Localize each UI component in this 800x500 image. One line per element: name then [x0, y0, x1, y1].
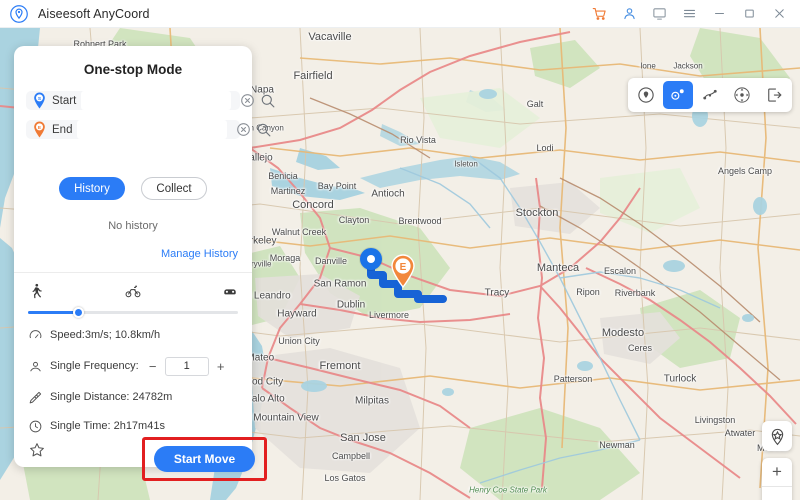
frequency-value[interactable]: 1: [164, 356, 209, 376]
multi-stop-mode-icon[interactable]: [695, 81, 725, 109]
map-mode-toolbar: [628, 78, 792, 112]
route-start-marker[interactable]: [360, 248, 382, 270]
start-search-icon[interactable]: [259, 92, 276, 109]
single-point-mode-icon[interactable]: [631, 81, 661, 109]
speed-slider[interactable]: [28, 305, 238, 318]
slider-thumb[interactable]: [73, 306, 85, 318]
route-end-letter: E: [400, 262, 407, 273]
zoom-controls: + −: [762, 458, 792, 500]
start-move-button[interactable]: Start Move: [154, 445, 255, 472]
manage-history-link[interactable]: Manage History: [14, 248, 238, 260]
time-text: Single Time: 2h17m41s: [50, 420, 165, 433]
locate-button[interactable]: [762, 421, 792, 451]
frequency-row: Single Frequency: − 1 +: [28, 356, 238, 376]
start-input[interactable]: [81, 91, 232, 110]
one-stop-mode-panel: One-stop Mode S Start E End History Coll…: [14, 46, 275, 481]
close-icon[interactable]: [764, 1, 794, 27]
start-pin-icon: S: [34, 92, 45, 109]
joystick-mode-icon[interactable]: [727, 81, 757, 109]
tab-history[interactable]: History: [59, 177, 125, 200]
time-row: Single Time: 2h17m41s: [28, 419, 238, 434]
car-mode-icon[interactable]: [222, 283, 238, 299]
frequency-increment-button[interactable]: +: [213, 359, 229, 374]
app-window: Aiseesoft AnyCoord Rohnert Park Napa Vac…: [0, 0, 800, 500]
start-field-row: S Start: [26, 91, 275, 110]
panel-divider: [14, 272, 252, 273]
route-end-marker[interactable]: E: [390, 254, 416, 288]
end-pin-letter: E: [38, 125, 41, 131]
window-controls: [584, 1, 800, 27]
speed-row: Speed:3m/s; 10.8km/h: [28, 328, 238, 343]
zoom-out-button[interactable]: −: [762, 487, 792, 500]
empty-state-text: No history: [108, 220, 158, 232]
frequency-stepper: − 1 +: [145, 356, 229, 376]
end-input[interactable]: [77, 120, 228, 139]
frequency-icon: [30, 361, 41, 371]
slider-fill: [28, 310, 79, 314]
history-collect-tabs: History Collect: [14, 177, 252, 200]
one-stop-mode-icon[interactable]: [663, 81, 693, 109]
star-icon[interactable]: [28, 441, 46, 459]
cart-icon[interactable]: [584, 1, 614, 27]
bike-mode-icon[interactable]: [125, 283, 141, 299]
frequency-decrement-button[interactable]: −: [145, 359, 161, 374]
speed-text: Speed:3m/s; 10.8km/h: [50, 329, 161, 342]
title-bar: Aiseesoft AnyCoord: [0, 0, 800, 28]
app-title: Aiseesoft AnyCoord: [38, 6, 150, 21]
start-label: Start: [52, 94, 77, 107]
start-pin-letter: S: [38, 96, 41, 102]
tab-collect[interactable]: Collect: [141, 177, 207, 200]
menu-icon[interactable]: [674, 1, 704, 27]
end-label: End: [52, 123, 73, 136]
walk-mode-icon[interactable]: [28, 283, 44, 299]
ruler-icon: [29, 391, 42, 403]
end-clear-icon[interactable]: [235, 121, 252, 138]
panel-footer: Start Move: [14, 434, 267, 481]
app-logo-icon: [10, 4, 28, 23]
start-clear-icon[interactable]: [239, 92, 256, 109]
panel-title: One-stop Mode: [83, 62, 183, 77]
screen-icon[interactable]: [644, 1, 674, 27]
distance-row: Single Distance: 24782m: [28, 390, 238, 405]
frequency-label: Single Frequency:: [50, 360, 139, 373]
maximize-icon[interactable]: [734, 1, 764, 27]
end-pin-icon: E: [34, 121, 45, 138]
distance-text: Single Distance: 24782m: [50, 391, 173, 404]
speed-mode-icons: [28, 283, 238, 299]
speedometer-icon: [29, 329, 42, 338]
minimize-icon[interactable]: [704, 1, 734, 27]
clock-icon: [29, 420, 42, 432]
zoom-in-button[interactable]: +: [762, 458, 792, 487]
end-field-row: E End: [26, 120, 271, 139]
end-search-icon[interactable]: [255, 121, 272, 138]
user-account-icon[interactable]: [614, 1, 644, 27]
exit-icon[interactable]: [759, 81, 789, 109]
